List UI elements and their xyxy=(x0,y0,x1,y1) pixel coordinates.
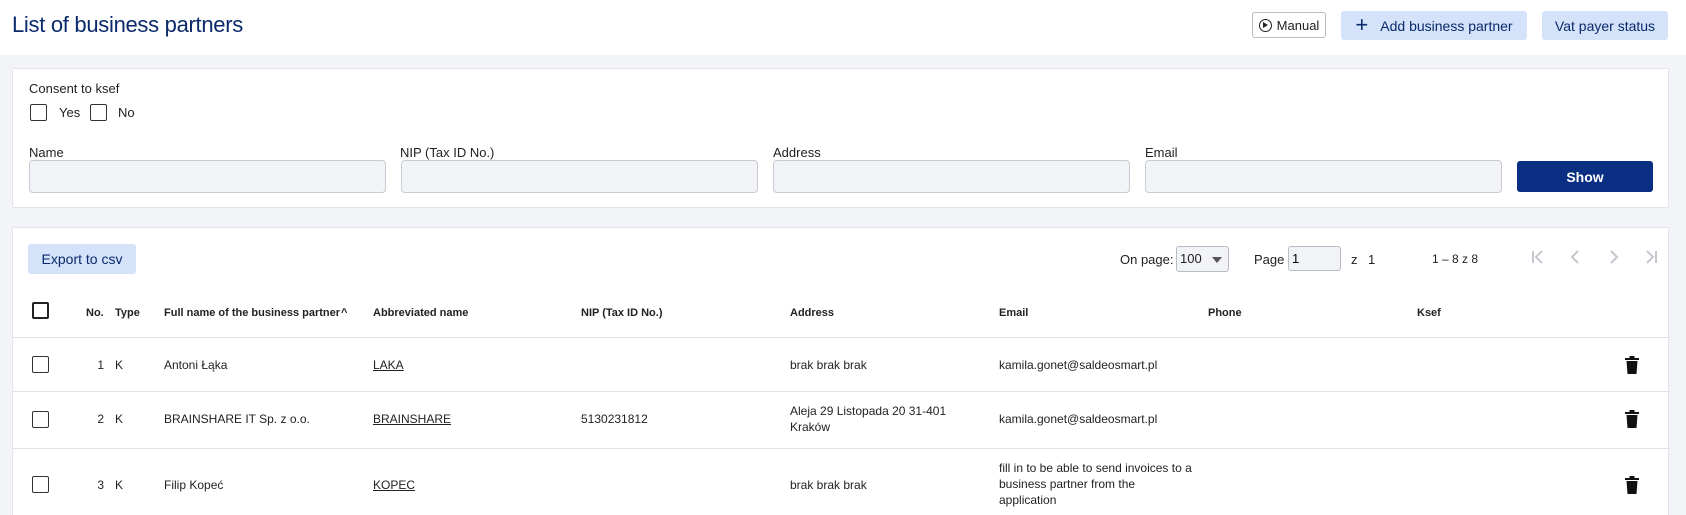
row-address: brak brak brak xyxy=(790,477,867,493)
row-email-line-1: kamila.gonet@saldeosmart.pl xyxy=(999,412,1158,426)
row-email: fill in to be able to send invoices to a… xyxy=(999,460,1192,508)
row-abbreviated-name-link[interactable]: KOPEC xyxy=(373,477,415,493)
row-full-name: Filip Kopeć xyxy=(164,478,224,492)
row-number: 1 xyxy=(97,358,104,372)
row-email-line-3: application xyxy=(999,493,1057,507)
row-email-line-1: kamila.gonet@saldeosmart.pl xyxy=(999,358,1158,372)
trash-icon[interactable] xyxy=(1625,356,1639,374)
first-page-button[interactable] xyxy=(1527,246,1551,270)
table-row: 3 K Filip Kopeć KOPEC brak brak brak fil… xyxy=(13,449,1670,515)
row-number: 3 xyxy=(97,478,104,492)
chevron-left-icon xyxy=(1570,250,1579,264)
chevron-right-icon xyxy=(1610,250,1619,264)
of-label: z xyxy=(1351,252,1358,267)
total-pages: 1 xyxy=(1368,252,1376,267)
manual-button[interactable]: Manual xyxy=(1252,12,1326,38)
row-email: kamila.gonet@saldeosmart.pl xyxy=(999,411,1157,427)
row-type: K xyxy=(115,358,124,372)
consent-no-checkbox[interactable] xyxy=(90,104,107,121)
next-page-button[interactable] xyxy=(1601,246,1625,270)
row-checkbox[interactable] xyxy=(32,476,49,493)
row-email-line-1: fill in to be able to send invoices to a xyxy=(999,461,1192,475)
name-input[interactable] xyxy=(29,160,386,193)
column-header-full-name[interactable]: Full name of the business partner^ xyxy=(164,307,347,319)
play-circle-icon xyxy=(1258,18,1272,32)
vat-payer-status-button[interactable]: Vat payer status xyxy=(1542,11,1668,40)
row-full-name: BRAINSHARE IT Sp. z o.o. xyxy=(164,412,310,426)
trash-icon[interactable] xyxy=(1625,410,1639,428)
row-address: Aleja 29 Listopada 20 31-401 Kraków xyxy=(790,403,946,435)
trash-icon[interactable] xyxy=(1625,476,1639,494)
row-address: brak brak brak xyxy=(790,357,867,373)
on-page-select[interactable]: 100 xyxy=(1176,246,1229,272)
row-abbreviated-name-link[interactable]: LAKA xyxy=(373,357,404,373)
consent-yes-checkbox[interactable] xyxy=(30,104,47,121)
filter-panel: Consent to ksef Yes No Name NIP (Tax ID … xyxy=(12,68,1669,208)
row-abbreviated-name-link[interactable]: BRAINSHARE xyxy=(373,411,451,427)
nip-label: NIP (Tax ID No.) xyxy=(400,145,495,160)
table-row: 1 K Antoni Łąka LAKA brak brak brak kami… xyxy=(13,338,1670,391)
name-label: Name xyxy=(29,145,64,160)
table-panel: Export to csv On page: 100 Page z 1 1 – … xyxy=(12,227,1670,515)
row-email: kamila.gonet@saldeosmart.pl xyxy=(999,357,1157,373)
add-business-partner-button[interactable]: + Add business partner xyxy=(1341,11,1527,40)
row-type: K xyxy=(115,412,124,426)
column-header-abbreviated-name: Abbreviated name xyxy=(373,307,469,319)
row-address-line-1: Aleja 29 Listopada 20 31-401 xyxy=(790,404,947,418)
row-address-line-1: brak brak brak xyxy=(790,358,867,372)
table-row: 2 K BRAINSHARE IT Sp. z o.o. BRAINSHARE … xyxy=(13,392,1670,448)
address-label: Address xyxy=(773,145,821,160)
consent-yes-label: Yes xyxy=(59,105,81,120)
column-header-full-name-label: Full name of the business partner xyxy=(164,307,341,319)
page-label: Page xyxy=(1254,252,1285,267)
row-type: K xyxy=(115,478,124,492)
last-page-button[interactable] xyxy=(1638,246,1662,270)
plus-icon: + xyxy=(1355,11,1369,37)
email-label: Email xyxy=(1145,145,1178,160)
nip-input[interactable] xyxy=(401,160,758,193)
on-page-value: 100 xyxy=(1180,251,1202,266)
row-full-name: Antoni Łąka xyxy=(164,358,228,372)
export-csv-button[interactable]: Export to csv xyxy=(28,244,136,274)
on-page-label: On page: xyxy=(1120,252,1174,267)
previous-page-button[interactable] xyxy=(1564,246,1588,270)
row-checkbox[interactable] xyxy=(32,356,49,373)
page-title: List of business partners xyxy=(12,12,243,37)
first-page-icon xyxy=(1532,250,1543,264)
column-header-nip: NIP (Tax ID No.) xyxy=(581,307,663,319)
last-page-icon xyxy=(1646,250,1657,264)
sort-ascending-icon: ^ xyxy=(341,307,348,319)
page-number-input[interactable] xyxy=(1288,246,1341,271)
row-nip: 5130231812 xyxy=(581,412,648,426)
caret-down-icon xyxy=(1212,257,1222,263)
add-business-partner-label: Add business partner xyxy=(1380,17,1513,34)
manual-button-label: Manual xyxy=(1276,17,1320,33)
consent-label: Consent to ksef xyxy=(29,81,120,96)
email-input[interactable] xyxy=(1145,160,1502,193)
row-address-line-1: brak brak brak xyxy=(790,478,867,492)
column-header-address: Address xyxy=(790,307,835,319)
page-header: List of business partners Manual + Add b… xyxy=(0,0,1686,55)
consent-no-label: No xyxy=(118,105,135,120)
column-header-ksef: Ksef xyxy=(1417,307,1441,319)
row-checkbox[interactable] xyxy=(32,411,49,428)
column-header-type: Type xyxy=(115,307,140,319)
row-address-line-2: Kraków xyxy=(790,420,831,434)
select-all-checkbox[interactable] xyxy=(32,302,49,319)
address-input[interactable] xyxy=(773,160,1130,193)
range-label: 1 – 8 z 8 xyxy=(1432,252,1479,266)
row-number: 2 xyxy=(97,412,104,426)
show-button[interactable]: Show xyxy=(1517,161,1653,192)
column-header-phone: Phone xyxy=(1208,307,1242,319)
column-header-email: Email xyxy=(999,307,1029,319)
row-email-line-2: business partner from the xyxy=(999,477,1136,491)
column-header-no: No. xyxy=(86,307,104,319)
